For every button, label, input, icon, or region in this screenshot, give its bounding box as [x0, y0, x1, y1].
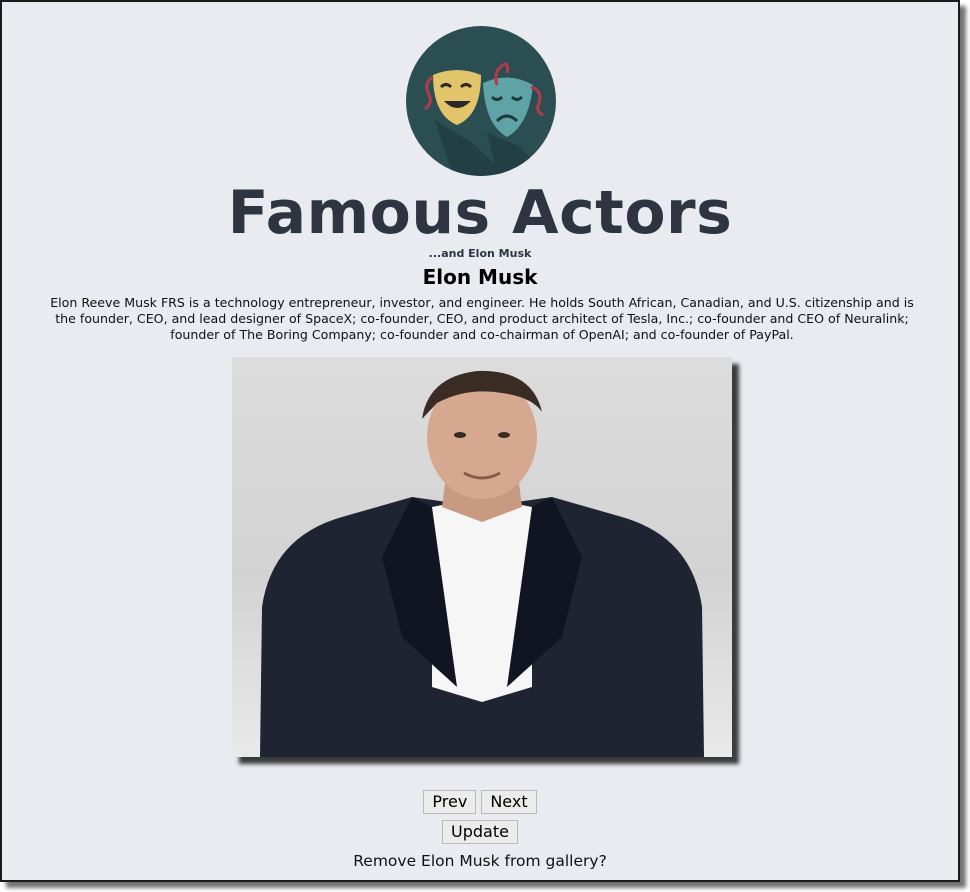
next-button[interactable]: Next	[481, 790, 537, 814]
actor-bio: Elon Reeve Musk FRS is a technology entr…	[50, 295, 914, 342]
update-row: Update	[2, 820, 958, 844]
update-button[interactable]: Update	[442, 820, 518, 844]
gallery-navigation: Prev Next	[2, 790, 958, 814]
theater-masks-icon	[405, 25, 557, 177]
actor-name: Elon Musk	[422, 265, 538, 289]
page-title: Famous Actors	[227, 178, 733, 248]
page-subtitle: ...and Elon Musk	[428, 247, 532, 260]
prev-button[interactable]: Prev	[423, 790, 477, 814]
remove-from-gallery-link[interactable]: Remove Elon Musk from gallery?	[2, 852, 958, 870]
actor-photo	[232, 357, 732, 757]
page-frame: Famous Actors ...and Elon Musk Elon Musk…	[0, 0, 960, 882]
